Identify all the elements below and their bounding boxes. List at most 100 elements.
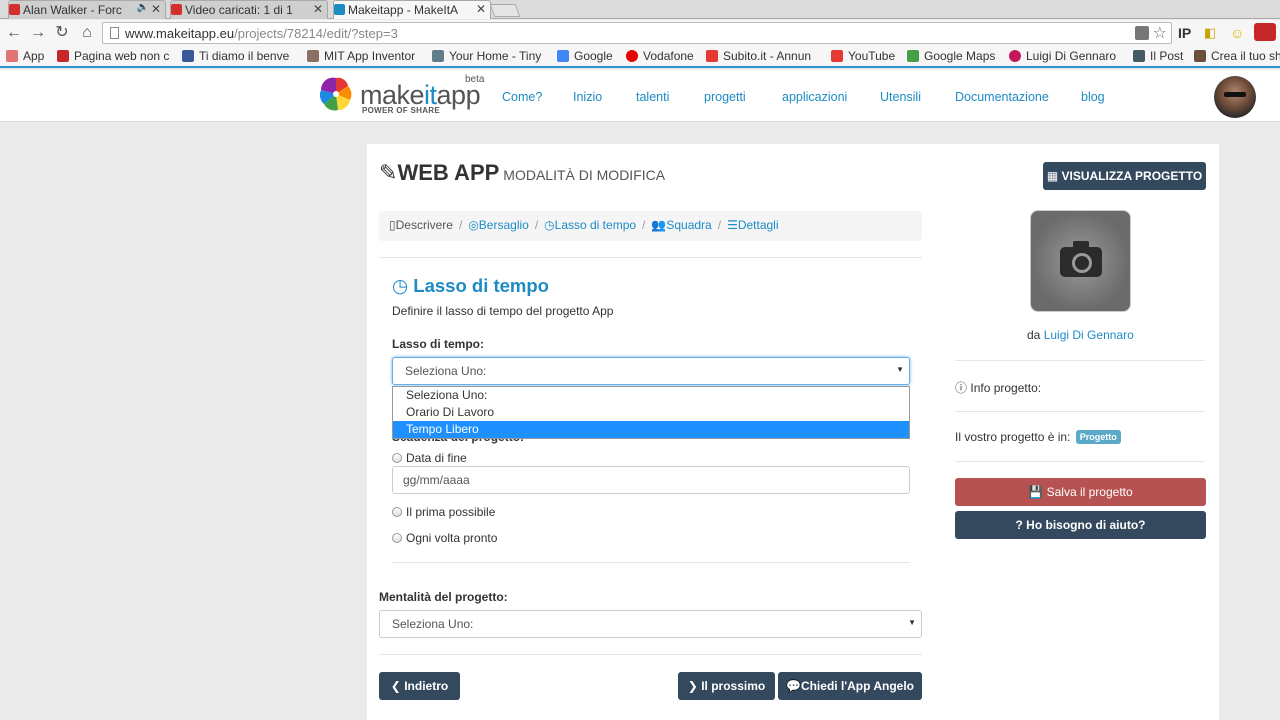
extension-icon[interactable]: ◧ [1204,23,1216,43]
caret-down-icon: ▼ [908,618,916,627]
close-tab-icon[interactable]: ✕ [151,2,161,16]
nav-utensili[interactable]: Utensili [880,90,921,104]
bookmark-item[interactable]: MIT App Inventor [307,49,415,63]
browser-tab-3-active[interactable]: Makeitapp - MakeItA ✕ [333,0,491,19]
close-tab-icon[interactable]: ✕ [476,2,486,16]
radio-whenever[interactable]: Ogni volta pronto [392,531,497,545]
nav-come[interactable]: Come? [502,90,542,104]
radio-end-date[interactable]: Data di fine [392,451,467,465]
radio-button[interactable] [392,507,402,517]
nav-applicazioni[interactable]: applicazioni [782,90,847,104]
close-tab-icon[interactable]: ✕ [313,2,323,16]
bookmark-item[interactable]: Your Home - Tiny [432,49,541,63]
maps-icon [907,50,919,62]
dropdown-option[interactable]: Orario Di Lavoro [393,404,909,421]
mindset-label: Mentalità del progetto: [379,590,508,604]
crumb-label: Dettagli [737,218,779,232]
mindset-select[interactable]: Seleziona Uno: ▼ [379,610,922,638]
nav-blog[interactable]: blog [1081,90,1105,104]
radio-label: Data di fine [406,451,467,465]
next-button[interactable]: ❯ Il prossimo [678,672,775,700]
new-tab-button[interactable] [489,4,521,17]
help-button[interactable]: ? Ho bisogno di aiuto? [955,511,1206,539]
breadcrumb: ▯Descrivere / ◎Bersaglio / ◷Lasso di tempo / 👥… [379,211,922,241]
bookmark-item[interactable]: Pagina web non c [57,49,169,63]
browser-tab-1[interactable]: Alan Walker - Forc 🔈 ✕ [8,0,166,19]
user-avatar[interactable] [1214,76,1256,118]
page-title: ✎WEB APP MODALITÀ DI MODIFICA [379,160,665,186]
bookmark-item[interactable]: Ti diamo il benve [182,49,289,63]
bookmark-label: Luigi Di Gennaro [1026,49,1117,63]
nav-progetti[interactable]: progetti [704,90,746,104]
dropdown-option[interactable]: Seleziona Uno: [393,387,909,404]
ip-extension-icon[interactable]: IP [1178,23,1191,43]
ask-angel-button[interactable]: 💬Chiedi l'App Angelo [778,672,922,700]
radio-asap[interactable]: Il prima possibile [392,505,495,519]
translate-icon[interactable] [1135,26,1149,40]
address-bar[interactable]: www.makeitapp.eu/projects/78214/edit/?st… [102,22,1172,44]
bookmark-label: Crea il tuo sh [1211,49,1280,63]
divider [955,461,1205,462]
bookmark-item[interactable]: Google Maps [907,49,995,63]
smiley-extension-icon[interactable]: ☺ [1230,23,1244,43]
bookmark-item[interactable]: Subito.it - Annun [706,49,811,63]
view-project-button[interactable]: ▦ VISUALIZZA PROGETTO [1043,162,1206,190]
users-icon: 👥 [651,218,667,232]
bookmark-star-icon[interactable]: ☆ [1153,23,1167,43]
bookmark-item[interactable]: Vodafone [626,49,694,63]
timeframe-select[interactable]: Seleziona Uno: ▼ [392,357,910,385]
nav-inizio[interactable]: Inizio [573,90,602,104]
list-icon: ☰ [727,218,738,232]
crumb-label: Bersaglio [478,218,529,232]
save-project-button[interactable]: 💾 Salva il progetto [955,478,1206,506]
back-button[interactable]: ❮ Indietro [379,672,460,700]
bookmark-favicon-icon [1194,50,1206,62]
browser-tab-2[interactable]: Video caricati: 1 di 1 ✕ [170,0,328,19]
crumb-bersaglio[interactable]: ◎Bersaglio [468,218,529,232]
url-text: www.makeitapp.eu/projects/78214/edit/?st… [125,26,398,41]
vodafone-icon [626,50,638,62]
bookmark-item[interactable]: Crea il tuo sh [1194,49,1280,63]
author-link[interactable]: Luigi Di Gennaro [1044,328,1134,342]
section-title: ◷ Lasso di tempo [392,275,549,297]
crumb-squadra[interactable]: 👥Squadra [651,218,711,232]
dropdown-option-highlighted[interactable]: Tempo Libero [393,421,909,438]
radio-button[interactable] [392,533,402,543]
makeitapp-logo-icon[interactable] [318,76,354,112]
back-arrow-icon[interactable]: ← [4,23,24,43]
bookmark-item[interactable]: Il Post [1133,49,1183,63]
nav-talenti[interactable]: talenti [636,90,669,104]
bookmark-apps[interactable]: App [6,49,44,63]
tab-title: Video caricati: 1 di 1 [185,3,293,17]
floppy-disk-icon: 💾 [1028,485,1044,499]
crumb-lasso-di-tempo[interactable]: ◷Lasso di tempo [544,218,636,232]
nav-documentazione[interactable]: Documentazione [955,90,1049,104]
notification-extension-icon[interactable] [1254,23,1276,41]
radio-button[interactable] [392,453,402,463]
clock-icon: ◷ [392,275,409,296]
page-subtitle: MODALITÀ DI MODIFICA [503,167,666,183]
end-date-input[interactable]: gg/mm/aaaa [392,466,910,494]
url-path: /projects/78214/edit/?step=3 [234,26,398,41]
crumb-label: Lasso di tempo [554,218,637,232]
home-icon[interactable]: ⌂ [77,23,97,43]
bookmark-item[interactable]: Google [557,49,613,63]
forward-arrow-icon[interactable]: → [28,23,48,43]
grid-icon: ▦ [1046,169,1059,183]
speaker-icon: 🔈 [136,2,149,13]
reload-icon[interactable]: ↻ [52,23,72,43]
clock-icon: ◷ [544,218,555,232]
bookmark-item[interactable]: Luigi Di Gennaro [1009,49,1116,63]
crumb-descrivere[interactable]: ▯Descrivere [389,218,453,232]
view-project-label: VISUALIZZA PROGETTO [1061,169,1203,183]
project-image[interactable] [1030,210,1131,312]
crumb-dettagli[interactable]: ☰Dettagli [727,218,778,232]
pencil-icon: ✎ [379,160,398,185]
bookmark-item[interactable]: YouTube [831,49,895,63]
author-prefix: da [1027,328,1041,342]
bookmark-label: Vodafone [643,49,694,63]
beta-label: beta [465,74,485,85]
browser-tab-strip: Alan Walker - Forc 🔈 ✕ Video caricati: 1… [0,0,1280,19]
mobile-icon: ▯ [389,218,396,232]
divider [379,654,922,655]
